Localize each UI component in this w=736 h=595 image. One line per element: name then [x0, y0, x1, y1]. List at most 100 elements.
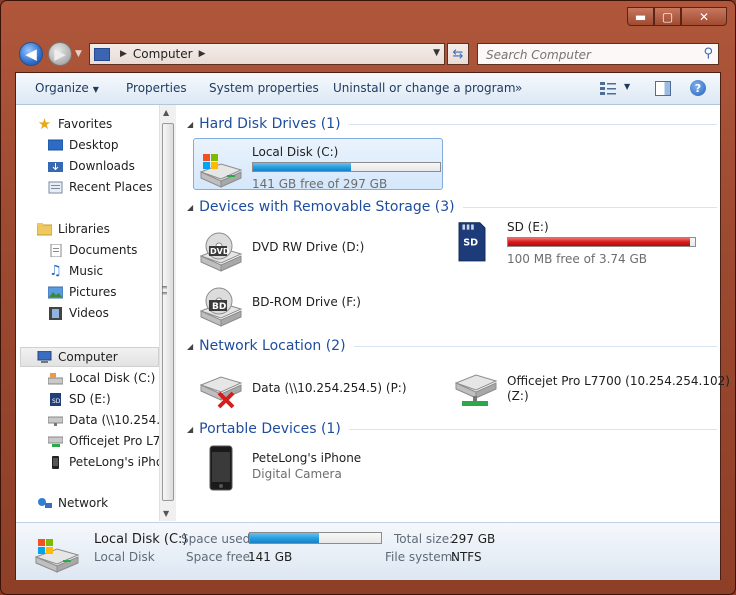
organize-button[interactable]: Organize ▼ [35, 81, 99, 95]
phone-icon [48, 455, 63, 469]
sidebar-item-network[interactable]: Network [37, 493, 108, 513]
sidebar-item-computer[interactable]: Computer [37, 347, 118, 367]
sidebar-item-officejet[interactable]: Officejet Pro L770 [48, 431, 159, 451]
search-input[interactable] [484, 45, 698, 65]
navigation-scrollbar[interactable]: ▲ ═ ═ ▼ [159, 105, 176, 521]
svg-text:SD: SD [463, 237, 478, 248]
iphone-icon [209, 445, 233, 491]
maximize-button[interactable]: ▢ [654, 7, 681, 26]
address-bar[interactable]: ▶ Computer ▶ ▼ [89, 43, 445, 65]
details-pane: Local Disk (C:) Local Disk Space used: S… [16, 522, 720, 580]
collapse-icon[interactable]: ◢ [187, 203, 193, 212]
chevron-down-icon: ▼ [92, 85, 99, 94]
sidebar-item-music[interactable]: ♫ Music [48, 261, 103, 281]
drive-tile-sd[interactable]: SD SD (E:) 100 MB free of 3.74 GB [452, 216, 697, 268]
group-title: Devices with Removable Storage (3) [199, 199, 455, 215]
refresh-icon: ⇆ [452, 46, 464, 62]
sidebar-label: Desktop [69, 138, 119, 152]
more-commands-button[interactable]: » [515, 81, 522, 95]
sidebar-item-local-disk[interactable]: Local Disk (C:) [48, 368, 155, 388]
network-icon [37, 496, 52, 510]
group-header-portable-devices[interactable]: ◢ Portable Devices (1) [187, 419, 717, 439]
scroll-down-icon[interactable]: ▼ [163, 509, 169, 518]
refresh-button[interactable]: ⇆ [447, 43, 469, 65]
drive-tile-data-network[interactable]: Data (\\10.254.254.5) (P:) [197, 363, 442, 409]
system-properties-button[interactable]: System properties [209, 81, 319, 95]
network-drive-icon [454, 374, 498, 406]
videos-icon [48, 306, 63, 320]
properties-button[interactable]: Properties [126, 81, 187, 95]
sidebar-item-videos[interactable]: Videos [48, 303, 109, 323]
collapse-icon[interactable]: ◢ [187, 425, 193, 434]
sidebar-item-pictures[interactable]: Pictures [48, 282, 117, 302]
scroll-up-icon[interactable]: ▲ [163, 108, 169, 117]
sidebar-label: Favorites [58, 117, 113, 131]
change-view-icon[interactable] [599, 80, 617, 96]
minimize-button[interactable]: ▬ [627, 7, 654, 26]
sidebar-item-iphone[interactable]: PeteLong's iPhon [48, 452, 159, 472]
sidebar-item-documents[interactable]: Documents [48, 240, 137, 260]
group-title: Network Location (2) [199, 338, 346, 354]
address-dropdown-icon[interactable]: ▼ [433, 48, 440, 58]
desktop-icon [48, 138, 63, 152]
view-options-dropdown-icon[interactable]: ▼ [624, 82, 630, 91]
network-drive-icon [48, 434, 63, 448]
bd-rom-drive-icon: BD [199, 287, 243, 327]
drive-usage-bar [507, 237, 696, 247]
group-header-hard-disk-drives[interactable]: ◢ Hard Disk Drives (1) [187, 114, 717, 134]
recent-pages-dropdown-icon[interactable]: ▼ [75, 49, 82, 59]
navigation-pane: ★ Favorites Desktop Downloads Recent Plac… [16, 105, 159, 521]
sidebar-item-downloads[interactable]: Downloads [48, 156, 135, 176]
sidebar-label: Pictures [69, 285, 117, 299]
sidebar-item-libraries[interactable]: Libraries [37, 219, 110, 239]
sidebar-item-data[interactable]: Data (\\10.254.25 [48, 410, 159, 430]
sidebar-label: Local Disk (C:) [69, 371, 156, 385]
group-header-network-location[interactable]: ◢ Network Location (2) [187, 336, 717, 356]
sidebar-item-favorites[interactable]: ★ Favorites [37, 114, 112, 134]
drive-usage-fill [253, 163, 352, 171]
total-size-label: Total size: [394, 532, 454, 546]
forward-arrow-icon: ▶ [54, 45, 66, 63]
details-drive-type: Local Disk [94, 550, 155, 564]
libraries-icon [37, 222, 52, 236]
collapse-icon[interactable]: ◢ [187, 120, 193, 129]
computer-icon [37, 350, 52, 364]
drive-tile-bd-rom[interactable]: BD BD-ROM Drive (F:) [197, 281, 427, 327]
file-system-value: NTFS [451, 550, 482, 564]
drive-name: Data (\\10.254.254.5) (P:) [252, 381, 407, 395]
music-note-icon: ♫ [49, 263, 62, 279]
search-icon[interactable]: ⚲ [703, 46, 713, 61]
scrollbar-thumb[interactable] [162, 123, 174, 501]
recent-places-icon [48, 180, 63, 194]
sidebar-item-recent-places[interactable]: Recent Places [48, 177, 152, 197]
group-divider [353, 345, 717, 347]
sidebar-label: Recent Places [69, 180, 153, 194]
group-header-removable-storage[interactable]: ◢ Devices with Removable Storage (3) [187, 197, 717, 217]
sidebar-item-desktop[interactable]: Desktop [48, 135, 119, 155]
breadcrumb-computer[interactable]: Computer [133, 47, 193, 61]
space-free-value: 141 GB [248, 550, 293, 564]
back-button[interactable]: ◀ [19, 42, 43, 66]
device-name: PeteLong's iPhone [252, 451, 362, 465]
windows-hard-drive-icon [34, 539, 80, 573]
group-title: Portable Devices (1) [199, 421, 341, 437]
sidebar-item-sd[interactable]: SD SD (E:) [48, 389, 111, 409]
drive-tile-local-disk[interactable]: Local Disk (C:) 141 GB free of 297 GB [197, 144, 442, 191]
device-tile-iphone[interactable]: PeteLong's iPhone Digital Camera [197, 444, 427, 494]
search-box[interactable]: ⚲ [477, 43, 719, 65]
help-icon[interactable]: ? [690, 80, 706, 96]
preview-pane-icon[interactable] [655, 81, 671, 96]
chevron-right-icon[interactable]: ▶ [120, 49, 127, 59]
windows-hard-drive-icon [199, 154, 243, 188]
close-button[interactable]: ✕ [681, 7, 727, 26]
content-pane: ◢ Hard Disk Drives (1) Local Disk (C:) 14… [177, 105, 730, 521]
computer-icon [94, 47, 110, 61]
sd-card-icon: SD [48, 392, 63, 406]
forward-button[interactable]: ▶ [48, 42, 72, 66]
drive-tile-officejet[interactable]: Officejet Pro L7700 (10.254.254.102) (Z:… [452, 363, 730, 409]
chevron-right-icon[interactable]: ▶ [199, 49, 206, 59]
uninstall-program-button[interactable]: Uninstall or change a program [333, 81, 516, 95]
drive-tile-dvd[interactable]: DVD DVD RW Drive (D:) [197, 226, 427, 272]
collapse-icon[interactable]: ◢ [187, 342, 193, 351]
sidebar-label: Downloads [69, 159, 135, 173]
